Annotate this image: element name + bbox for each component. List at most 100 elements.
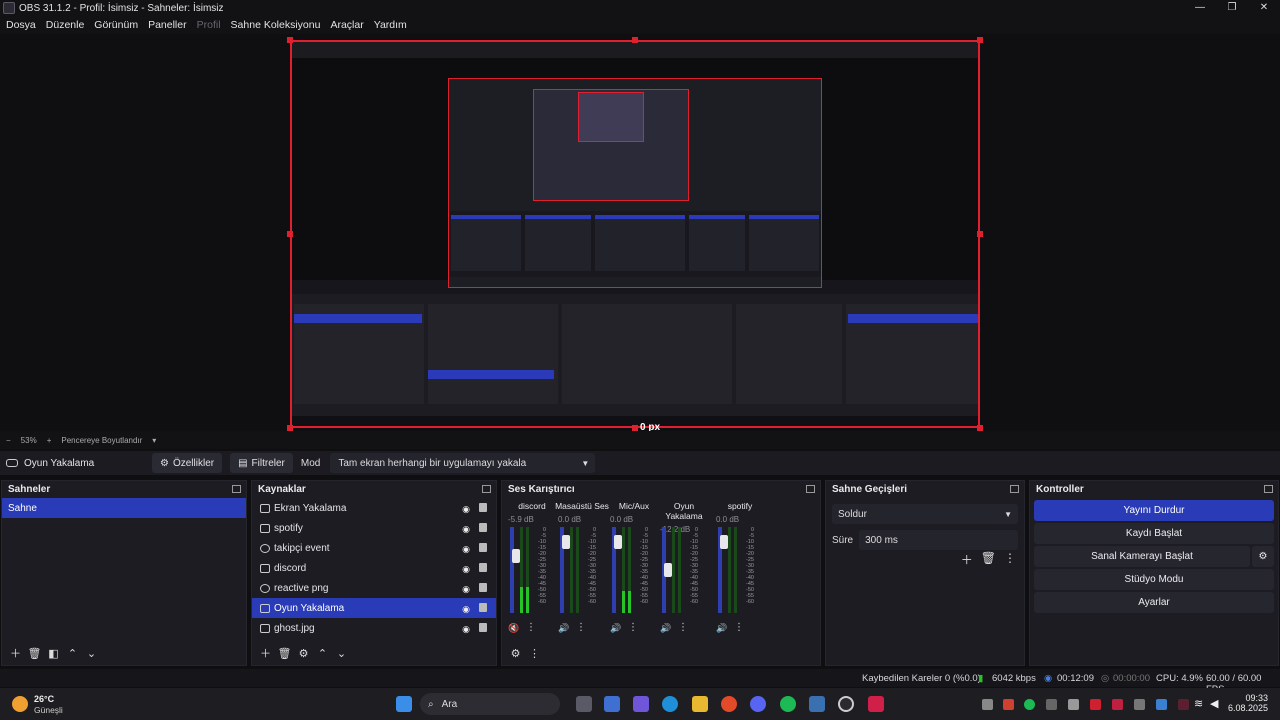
menu-help[interactable]: Yardım xyxy=(374,19,407,31)
speaker-icon[interactable]: 🔊 xyxy=(558,623,569,634)
spotify-icon[interactable] xyxy=(780,696,796,712)
eye-icon[interactable]: ◉ xyxy=(462,604,470,615)
close-button[interactable]: ✕ xyxy=(1248,0,1280,16)
resize-handle[interactable] xyxy=(977,37,983,43)
volume-knob[interactable] xyxy=(562,535,570,549)
taskbar-search[interactable]: ⌕ Ara xyxy=(420,693,560,715)
eye-icon[interactable]: ◉ xyxy=(462,564,470,575)
gear-icon[interactable]: ⚙ xyxy=(1252,546,1274,567)
trash-icon[interactable]: 🗑 xyxy=(275,647,294,660)
volume-knob[interactable] xyxy=(512,549,520,563)
settings-button[interactable]: Ayarlar xyxy=(1034,592,1274,613)
lock-icon[interactable] xyxy=(479,603,487,612)
menu-dots-icon[interactable]: ⋮ xyxy=(734,622,744,633)
muted-speaker-icon[interactable]: 🔇 xyxy=(508,623,519,634)
lock-icon[interactable] xyxy=(479,523,487,532)
lock-icon[interactable] xyxy=(479,623,487,632)
edge-icon[interactable] xyxy=(662,696,678,712)
tray-icon[interactable] xyxy=(1068,699,1079,710)
menu-edit[interactable]: Düzenle xyxy=(46,19,85,31)
undock-icon[interactable] xyxy=(232,485,241,493)
clock[interactable]: 09:33 6.08.2025 xyxy=(1228,693,1268,713)
store-icon[interactable] xyxy=(604,696,620,712)
eye-icon[interactable]: ◉ xyxy=(462,624,470,635)
move-down-button[interactable]: ⌄ xyxy=(332,647,351,660)
tray-icon[interactable] xyxy=(1156,699,1167,710)
menu-file[interactable]: Dosya xyxy=(6,19,36,31)
speaker-icon[interactable]: 🔊 xyxy=(660,623,671,634)
tray-icon[interactable] xyxy=(982,699,993,710)
move-up-button[interactable]: ⌃ xyxy=(63,647,82,660)
add-transition-button[interactable]: ＋ xyxy=(961,551,973,568)
properties-button[interactable]: ⚙ Özellikler xyxy=(152,453,223,473)
app-icon[interactable] xyxy=(868,696,884,712)
speaker-icon[interactable]: 🔊 xyxy=(716,623,727,634)
zoom-in-button[interactable]: + xyxy=(47,436,52,445)
volume-slider[interactable] xyxy=(510,527,520,613)
steam-icon[interactable] xyxy=(809,696,825,712)
filters-button[interactable]: ▤ Filtreler xyxy=(230,453,293,473)
volume-slider[interactable] xyxy=(612,527,622,613)
menu-view[interactable]: Görünüm xyxy=(94,19,138,31)
chevron-down-icon[interactable]: ▾ xyxy=(152,436,156,445)
scene-item[interactable]: Sahne xyxy=(2,498,246,518)
gear-icon[interactable]: ⚙ xyxy=(294,647,313,660)
undock-icon[interactable] xyxy=(1010,485,1019,493)
source-item[interactable]: spotify ◉ xyxy=(252,518,496,538)
scene-filters-button[interactable]: ◧ xyxy=(44,647,63,660)
minimize-button[interactable]: — xyxy=(1184,0,1216,16)
lock-icon[interactable] xyxy=(479,563,487,572)
task-view-icon[interactable] xyxy=(576,696,592,712)
move-up-button[interactable]: ⌃ xyxy=(313,647,332,660)
preview-area[interactable]: 0 px xyxy=(0,34,1280,433)
resize-handle[interactable] xyxy=(287,231,293,237)
source-item[interactable]: discord ◉ xyxy=(252,558,496,578)
source-item[interactable]: Oyun Yakalama ◉ xyxy=(252,598,496,618)
zoom-out-button[interactable]: − xyxy=(6,436,11,445)
speaker-icon[interactable]: ◀ xyxy=(1210,697,1218,710)
copilot-icon[interactable] xyxy=(633,696,649,712)
menu-docks[interactable]: Paneller xyxy=(148,19,187,31)
duration-input[interactable]: 300 ms xyxy=(859,530,1018,550)
speaker-icon[interactable]: 🔊 xyxy=(610,623,621,634)
eye-icon[interactable]: ◉ xyxy=(462,544,470,555)
tray-icon[interactable] xyxy=(1046,699,1057,710)
menu-dots-icon[interactable]: ⋮ xyxy=(678,622,688,633)
trash-icon[interactable]: 🗑 xyxy=(25,647,44,660)
menu-scene-collection[interactable]: Sahne Koleksiyonu xyxy=(231,19,321,31)
menu-dots-icon[interactable]: ⋮ xyxy=(628,622,638,633)
discord-icon[interactable] xyxy=(750,696,766,712)
move-down-button[interactable]: ⌄ xyxy=(82,647,101,660)
tray-icon[interactable] xyxy=(1003,699,1014,710)
fit-to-window-select[interactable]: Pencereye Boyutlandır xyxy=(61,436,142,445)
program-canvas[interactable] xyxy=(290,40,980,428)
volume-slider[interactable] xyxy=(662,527,672,613)
tray-icon[interactable] xyxy=(1178,699,1189,710)
eye-icon[interactable]: ◉ xyxy=(462,524,470,535)
source-item[interactable]: Ekran Yakalama ◉ xyxy=(252,498,496,518)
resize-handle[interactable] xyxy=(977,231,983,237)
undock-icon[interactable] xyxy=(482,485,491,493)
add-source-button[interactable]: ＋ xyxy=(256,645,275,661)
menu-dots-icon[interactable]: ⋮ xyxy=(576,622,586,633)
menu-profile[interactable]: Profil xyxy=(197,19,221,31)
source-item[interactable]: ghost.jpg ◉ xyxy=(252,618,496,638)
menu-dots-icon[interactable]: ⋮ xyxy=(525,647,544,660)
volume-knob[interactable] xyxy=(720,535,728,549)
volume-slider[interactable] xyxy=(560,527,570,613)
tray-icon[interactable] xyxy=(1134,699,1145,710)
resize-handle[interactable] xyxy=(287,37,293,43)
eye-icon[interactable]: ◉ xyxy=(462,504,470,515)
start-recording-button[interactable]: Kaydı Başlat xyxy=(1034,523,1274,544)
menu-dots-icon[interactable]: ⋮ xyxy=(526,622,536,633)
lock-icon[interactable] xyxy=(479,583,487,592)
file-explorer-icon[interactable] xyxy=(692,696,708,712)
windows-start-icon[interactable] xyxy=(396,696,412,712)
maximize-button[interactable]: ❐ xyxy=(1216,0,1248,16)
tray-spotify-icon[interactable] xyxy=(1024,699,1035,710)
add-scene-button[interactable]: ＋ xyxy=(6,645,25,661)
menu-dots-icon[interactable]: ⋮ xyxy=(1004,551,1016,568)
source-item[interactable]: takipçi event ◉ xyxy=(252,538,496,558)
tray-icon[interactable] xyxy=(1090,699,1101,710)
start-virtual-camera-button[interactable]: Sanal Kamerayı Başlat xyxy=(1034,546,1250,567)
